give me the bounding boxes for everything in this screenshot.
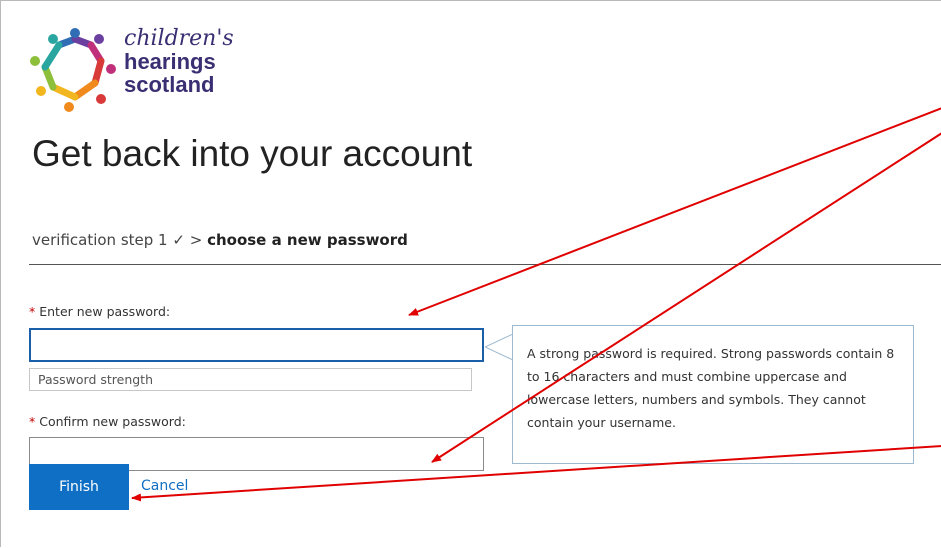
confirm-password-label-text: Confirm new password: <box>39 414 186 429</box>
breadcrumb-step-verification: verification step 1 ✓ <box>32 231 185 249</box>
password-strength-meter: Password strength <box>29 368 472 391</box>
new-password-label-text: Enter new password: <box>39 304 171 319</box>
page-frame: children's hearings scotland Get back in… <box>0 0 941 547</box>
annotation-arrow-new-password <box>408 107 941 316</box>
children-circle-logo-icon <box>30 28 116 112</box>
section-divider <box>29 264 941 265</box>
breadcrumb-separator: > <box>189 231 203 249</box>
logo-text-line1: children's <box>124 26 234 51</box>
logo-text-line3: scotland <box>124 72 215 97</box>
logo-text-line2: hearings <box>124 49 216 74</box>
breadcrumb: verification step 1 ✓ > choose a new pas… <box>32 231 408 249</box>
cancel-link[interactable]: Cancel <box>141 478 188 494</box>
tooltip-pointer <box>485 334 514 360</box>
finish-button[interactable]: Finish <box>29 464 129 510</box>
required-marker: * <box>29 304 36 319</box>
new-password-label: * Enter new password: <box>29 304 170 319</box>
password-requirements-tooltip: A strong password is required. Strong pa… <box>512 325 914 464</box>
breadcrumb-step-current: choose a new password <box>207 231 408 249</box>
new-password-input[interactable] <box>29 328 484 362</box>
logo-text: children's hearings scotland <box>124 27 234 96</box>
confirm-password-label: * Confirm new password: <box>29 414 186 429</box>
page-title: Get back into your account <box>32 133 473 174</box>
required-marker: * <box>29 414 36 429</box>
organisation-logo: children's hearings scotland <box>29 25 234 115</box>
password-requirements-text: A strong password is required. Strong pa… <box>527 346 895 430</box>
